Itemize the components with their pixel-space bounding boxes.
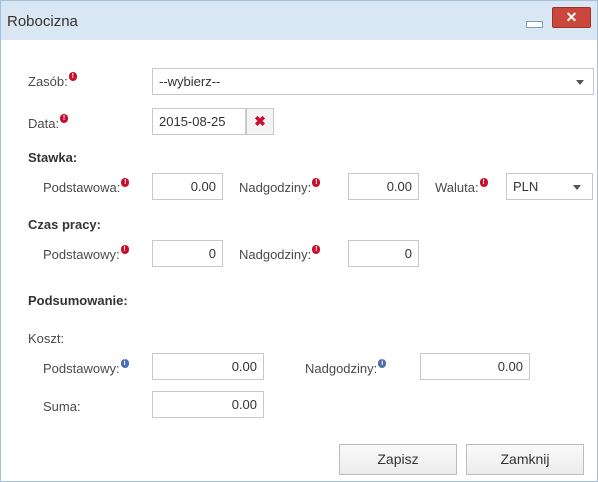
required-icon: ! [479,178,488,187]
resource-label: Zasób:! [28,72,77,89]
rate-base-input[interactable]: 0.00 [152,173,223,200]
work-overtime-label: Nadgodziny:! [239,245,321,262]
chevron-down-icon [573,185,581,190]
rate-overtime-value: 0.00 [386,179,412,194]
work-base-input[interactable]: 0 [152,240,223,267]
close-button[interactable]: Zamknij [466,444,584,475]
rate-heading: Stawka: [28,150,78,165]
work-overtime-input[interactable]: 0 [348,240,419,267]
info-icon: i [378,359,387,368]
cost-label: Koszt: [28,331,65,346]
clear-date-button[interactable]: ✖ [246,108,274,135]
cost-overtime-label: Nadgodziny: i [305,359,387,376]
date-value: 2015-08-25 [159,114,226,129]
work-overtime-value: 0 [404,246,412,261]
rate-overtime-label: Nadgodziny:! [239,178,321,195]
required-icon: ! [120,245,129,254]
cost-overtime-output: 0.00 [420,353,530,380]
date-input[interactable]: 2015-08-25 [152,108,246,135]
currency-label: Waluta:! [435,178,488,195]
info-icon: i [120,359,129,368]
minimize-button[interactable] [526,21,543,28]
cost-overtime-value: 0.00 [497,359,523,374]
total-value: 0.00 [231,397,257,412]
required-icon: ! [312,178,321,187]
work-time-heading: Czas pracy: [28,217,101,232]
resource-select-value: --wybierz-- [159,74,221,89]
cost-base-output: 0.00 [152,353,264,380]
close-window-button[interactable]: ✕ [552,7,591,28]
resource-select[interactable]: --wybierz-- [152,68,594,95]
close-icon: ✕ [565,9,578,25]
total-output: 0.00 [152,391,264,418]
currency-select-value: PLN [513,179,539,194]
work-base-value: 0 [208,246,216,261]
cost-base-label: Podstawowy: i [43,359,129,376]
save-button[interactable]: Zapisz [339,444,457,475]
summary-heading: Podsumowanie: [28,293,128,308]
cost-base-value: 0.00 [231,359,257,374]
chevron-down-icon [576,80,584,85]
currency-select[interactable]: PLN [506,173,593,200]
rate-base-value: 0.00 [190,179,216,194]
dialog-window: Robocizna ✕ Zasób:! --wybierz-- Data:! 2… [0,0,598,482]
required-icon: ! [68,72,77,81]
rate-overtime-input[interactable]: 0.00 [348,173,419,200]
required-icon: ! [312,245,321,254]
window-title: Robocizna [7,13,78,30]
title-bar: Robocizna ✕ [1,1,597,40]
work-base-label: Podstawowy:! [43,245,129,262]
required-icon: ! [60,114,69,123]
required-icon: ! [121,178,130,187]
clear-date-icon: ✖ [254,113,266,129]
total-label: Suma: [43,399,81,414]
date-label: Data:! [28,114,69,131]
rate-base-label: Podstawowa:! [43,178,130,195]
